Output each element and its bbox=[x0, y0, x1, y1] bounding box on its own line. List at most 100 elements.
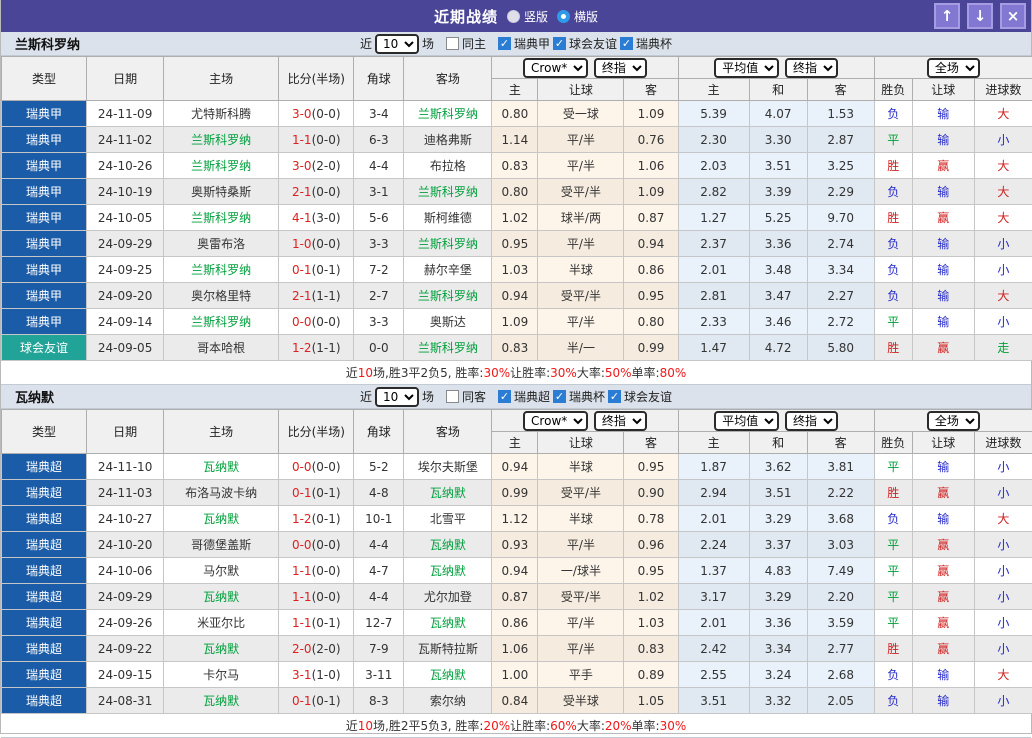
odds-stage-select[interactable]: 终指 bbox=[594, 58, 647, 78]
league-filter-checkbox-2[interactable] bbox=[553, 37, 566, 50]
odds-stage-select[interactable]: 终指 bbox=[594, 411, 647, 431]
average-provider-select[interactable]: 平均值 bbox=[714, 411, 779, 431]
summary-text-part: 60% bbox=[550, 719, 577, 733]
cell-result-handicap: 赢 bbox=[912, 558, 974, 584]
cell-avg-away: 2.68 bbox=[807, 662, 874, 688]
cell-result-winloss: 胜 bbox=[874, 205, 912, 231]
cell-result-winloss: 平 bbox=[874, 584, 912, 610]
cell-avg-away: 2.27 bbox=[807, 283, 874, 309]
scope-select-cell: 全场 bbox=[874, 410, 1032, 432]
cell-odds-handicap: 平/半 bbox=[538, 532, 624, 558]
games-label: 场 bbox=[422, 35, 434, 52]
recent-count-select[interactable]: 10 bbox=[375, 34, 419, 54]
cell-avg-draw: 3.34 bbox=[749, 636, 807, 662]
same-venue-checkbox[interactable] bbox=[446, 390, 459, 403]
match-row: 瑞典超24-10-20哥德堡盖斯0-0(0-0)4-4瓦纳默0.93平/半0.9… bbox=[2, 532, 1032, 558]
cell-result-handicap: 输 bbox=[912, 688, 974, 714]
window-title: 近期战绩 bbox=[434, 6, 498, 27]
cell-corner: 12-7 bbox=[354, 610, 404, 636]
cell-away-team: 瓦纳默 bbox=[404, 662, 492, 688]
league-filter-checkbox-2[interactable] bbox=[553, 390, 566, 403]
cell-type: 瑞典超 bbox=[2, 480, 87, 506]
cell-date: 24-09-15 bbox=[87, 662, 164, 688]
cell-home-team: 兰斯科罗纳 bbox=[164, 309, 279, 335]
cell-avg-home: 1.27 bbox=[678, 205, 749, 231]
radio-off-icon[interactable] bbox=[507, 10, 520, 23]
cell-home-team: 奥尔格里特 bbox=[164, 283, 279, 309]
cell-corner: 6-3 bbox=[354, 127, 404, 153]
cell-corner: 5-2 bbox=[354, 454, 404, 480]
cell-odds-handicap: 平/半 bbox=[538, 309, 624, 335]
layout-radio-horizontal[interactable]: 横版 bbox=[557, 8, 598, 25]
cell-avg-home: 2.81 bbox=[678, 283, 749, 309]
average-stage-select[interactable]: 终指 bbox=[785, 411, 838, 431]
col-header-home: 主场 bbox=[164, 410, 279, 454]
cell-result-winloss: 胜 bbox=[874, 335, 912, 361]
cell-result-goals: 大 bbox=[974, 506, 1032, 532]
match-row: 瑞典超24-08-31瓦纳默0-1(0-1)8-3索尔纳0.84受半球1.053… bbox=[2, 688, 1032, 714]
cell-avg-home: 2.94 bbox=[678, 480, 749, 506]
cell-odds-home: 0.93 bbox=[492, 532, 538, 558]
col-header-winloss: 胜负 bbox=[874, 432, 912, 454]
cell-avg-home: 2.42 bbox=[678, 636, 749, 662]
cell-result-winloss: 负 bbox=[874, 283, 912, 309]
cell-result-winloss: 胜 bbox=[874, 480, 912, 506]
radio-on-icon[interactable] bbox=[557, 10, 570, 23]
match-row: 瑞典超24-09-29瓦纳默1-1(0-0)4-4尤尔加登0.87受平/半1.0… bbox=[2, 584, 1032, 610]
average-stage-select[interactable]: 终指 bbox=[785, 58, 838, 78]
cell-avg-draw: 3.48 bbox=[749, 257, 807, 283]
scroll-down-button[interactable]: ↓ bbox=[967, 3, 993, 29]
cell-score: 2-1(0-0) bbox=[279, 179, 354, 205]
cell-avg-draw: 4.72 bbox=[749, 335, 807, 361]
cell-result-winloss: 负 bbox=[874, 688, 912, 714]
cell-avg-draw: 3.51 bbox=[749, 480, 807, 506]
cell-type: 瑞典甲 bbox=[2, 179, 87, 205]
match-scope-select[interactable]: 全场 bbox=[927, 58, 980, 78]
match-scope-select[interactable]: 全场 bbox=[927, 411, 980, 431]
close-button[interactable]: × bbox=[1000, 3, 1026, 29]
col-header-corner: 角球 bbox=[354, 410, 404, 454]
odds-selects-cell: Crow* 终指 bbox=[492, 57, 678, 79]
cell-corner: 7-9 bbox=[354, 636, 404, 662]
col-header-score: 比分(半场) bbox=[279, 57, 354, 101]
cell-type: 球会友谊 bbox=[2, 335, 87, 361]
cell-odds-home: 1.06 bbox=[492, 636, 538, 662]
cell-result-handicap: 输 bbox=[912, 231, 974, 257]
cell-date: 24-09-26 bbox=[87, 610, 164, 636]
league-filter-checkbox-3[interactable] bbox=[620, 37, 633, 50]
league-filter-checkbox-1[interactable] bbox=[498, 390, 511, 403]
cell-corner: 3-3 bbox=[354, 309, 404, 335]
cell-odds-home: 0.94 bbox=[492, 558, 538, 584]
cell-type: 瑞典甲 bbox=[2, 127, 87, 153]
cell-result-winloss: 负 bbox=[874, 231, 912, 257]
recent-count-select[interactable]: 10 bbox=[375, 387, 419, 407]
col-header-away: 客场 bbox=[404, 410, 492, 454]
layout-radio-vertical[interactable]: 竖版 bbox=[507, 8, 548, 25]
cell-date: 24-11-10 bbox=[87, 454, 164, 480]
match-row: 瑞典甲24-09-14兰斯科罗纳0-0(0-0)3-3奥斯达1.09平/半0.8… bbox=[2, 309, 1032, 335]
cell-away-team: 赫尔辛堡 bbox=[404, 257, 492, 283]
odds-provider-select[interactable]: Crow* bbox=[523, 58, 588, 78]
col-header-odds-handicap: 让球 bbox=[538, 432, 624, 454]
cell-result-goals: 大 bbox=[974, 205, 1032, 231]
cell-date: 24-10-06 bbox=[87, 558, 164, 584]
scroll-up-button[interactable]: ↑ bbox=[934, 3, 960, 29]
cell-avg-home: 3.51 bbox=[678, 688, 749, 714]
cell-score: 1-1(0-0) bbox=[279, 584, 354, 610]
games-label: 场 bbox=[422, 388, 434, 405]
cell-avg-draw: 4.07 bbox=[749, 101, 807, 127]
team-name: 瓦纳默 bbox=[15, 387, 54, 406]
cell-home-team: 兰斯科罗纳 bbox=[164, 127, 279, 153]
cell-score: 1-1(0-0) bbox=[279, 127, 354, 153]
cell-result-goals: 走 bbox=[974, 335, 1032, 361]
league-filter-checkbox-3[interactable] bbox=[608, 390, 621, 403]
cell-result-handicap: 赢 bbox=[912, 480, 974, 506]
cell-avg-draw: 3.36 bbox=[749, 610, 807, 636]
league-filter-checkbox-1[interactable] bbox=[498, 37, 511, 50]
average-provider-select[interactable]: 平均值 bbox=[714, 58, 779, 78]
cell-away-team: 布拉格 bbox=[404, 153, 492, 179]
odds-provider-select[interactable]: Crow* bbox=[523, 411, 588, 431]
cell-result-handicap: 赢 bbox=[912, 610, 974, 636]
same-venue-checkbox[interactable] bbox=[446, 37, 459, 50]
cell-home-team: 哥德堡盖斯 bbox=[164, 532, 279, 558]
